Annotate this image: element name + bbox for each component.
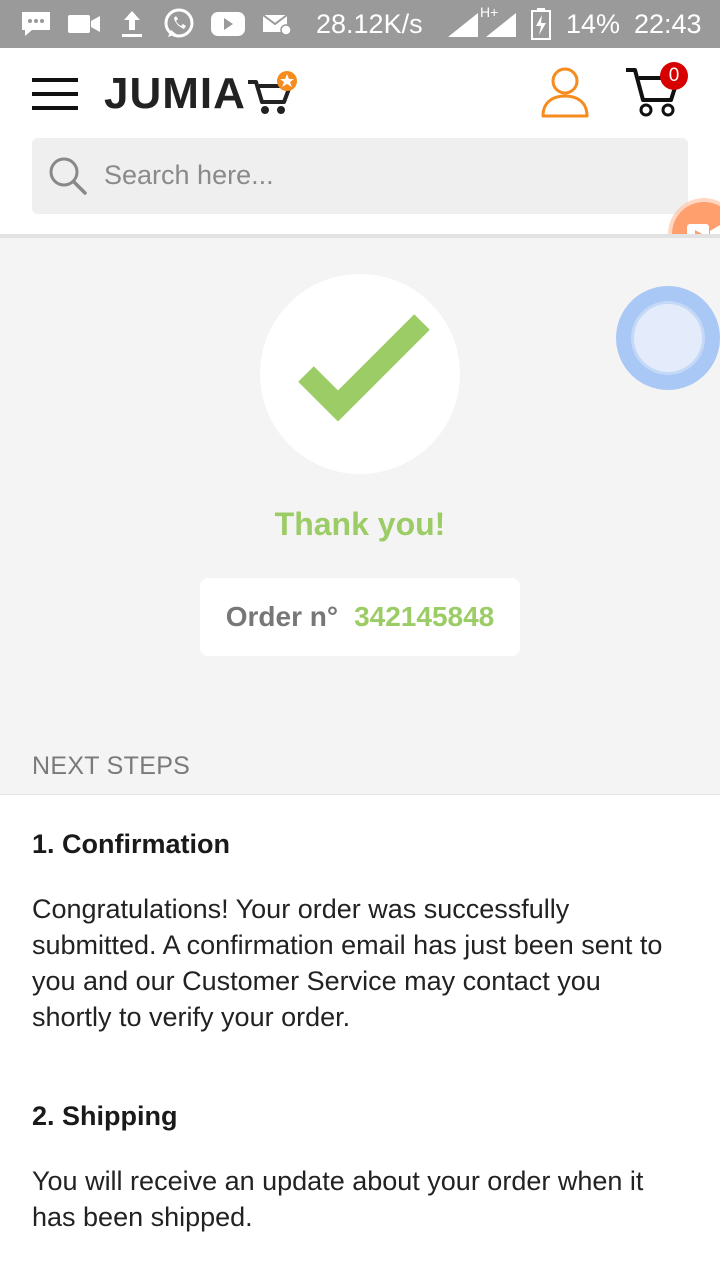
step-title-confirmation: 1. Confirmation: [32, 829, 231, 859]
status-bar: 28.12K/s H+ 14% 22:43: [0, 0, 720, 48]
search-icon: [49, 157, 87, 195]
step-body-shipping: You will receive an update about your or…: [32, 1166, 644, 1232]
app-header: JUMIA 0 Search here...: [0, 48, 720, 266]
order-confirmation: Thank you! Order n° 342145848 NEXT STEPS: [0, 234, 720, 794]
clock: 22:43: [634, 9, 702, 39]
next-steps-heading: NEXT STEPS: [32, 752, 191, 780]
success-badge: [260, 274, 460, 474]
jumia-logo[interactable]: JUMIA: [104, 68, 298, 120]
youtube-icon: [210, 9, 246, 39]
search-input[interactable]: Search here...: [104, 160, 274, 191]
step-title-shipping: 2. Shipping: [32, 1101, 178, 1131]
next-steps-list: 1. Confirmation Congratulations! Your or…: [0, 794, 720, 1280]
mail-icon: [262, 9, 292, 39]
thank-you-heading: Thank you!: [274, 506, 446, 542]
order-number: 342145848: [354, 601, 495, 632]
checkmark-icon: [298, 314, 430, 422]
battery-charging-icon: [530, 8, 552, 40]
cart-count-badge: 0: [660, 62, 688, 90]
logo-cart-icon: [247, 71, 297, 114]
battery-level: 14%: [566, 9, 621, 39]
assistive-touch-button[interactable]: [616, 286, 720, 390]
logo-text: JUMIA: [104, 69, 246, 118]
net-speed: 28.12K/s: [316, 9, 423, 39]
message-icon: [20, 9, 52, 39]
whatsapp-icon: [162, 8, 196, 39]
order-label: Order n°: [225, 601, 339, 632]
network-type: H+: [480, 4, 499, 20]
account-icon[interactable]: [540, 66, 590, 118]
upload-icon: [118, 9, 146, 39]
assistive-touch-core: [634, 304, 702, 372]
video-icon: [66, 9, 102, 39]
step-body-confirmation: Congratulations! Your order was successf…: [32, 894, 663, 1032]
menu-icon[interactable]: [32, 78, 78, 110]
search-bar[interactable]: Search here...: [32, 138, 688, 214]
order-number-box: Order n° 342145848: [200, 578, 520, 656]
